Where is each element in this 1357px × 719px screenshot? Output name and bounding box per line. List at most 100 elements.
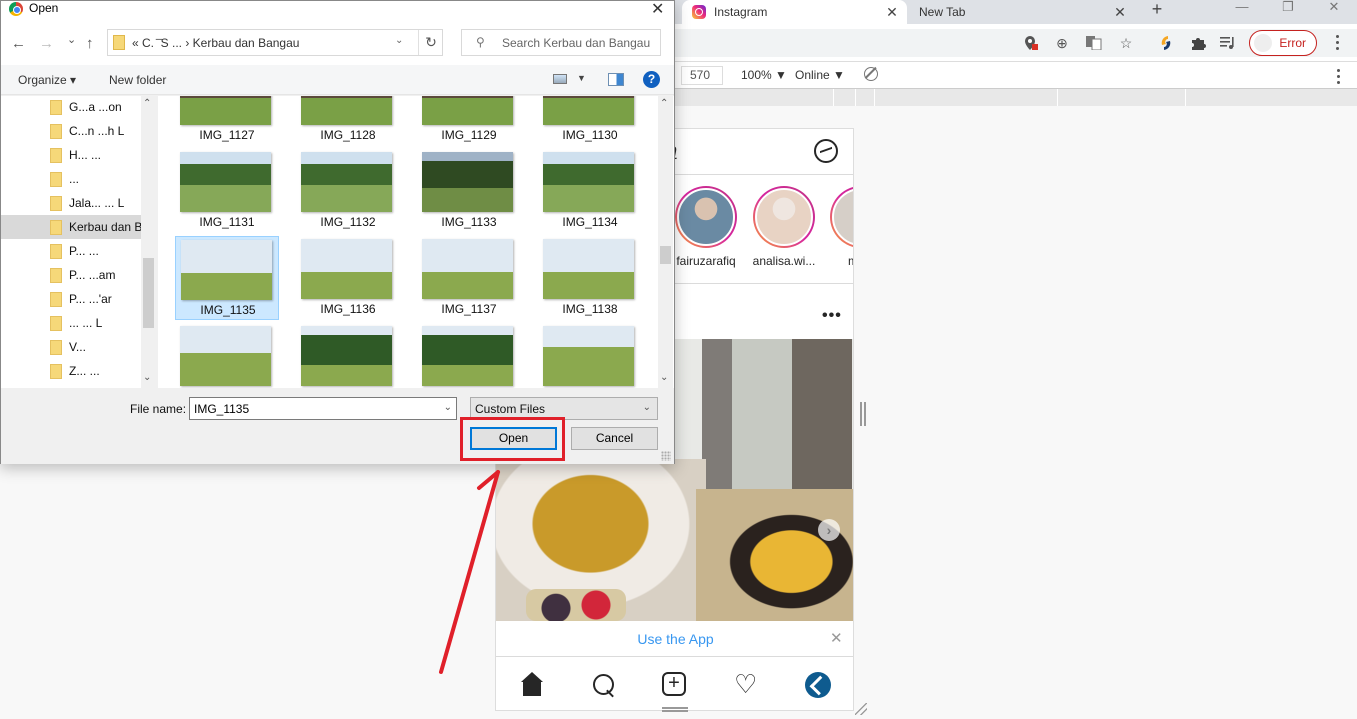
zoom-dropdown[interactable]: 100% ▼ (741, 68, 787, 82)
tree-item-folder[interactable]: C...n ...h L (1, 119, 141, 143)
close-tab-icon[interactable]: ✕ (883, 4, 901, 21)
file-item[interactable]: IMG_1127 (175, 96, 279, 146)
file-item[interactable]: IMG_1128 (296, 96, 400, 146)
tree-item-folder[interactable]: P... ...'ar (1, 287, 141, 311)
heart-icon[interactable]: ♡ (734, 671, 760, 698)
tree-item-folder[interactable]: V... (1, 335, 141, 359)
file-item[interactable]: IMG_1130 (538, 96, 642, 146)
image-thumbnail (543, 326, 634, 386)
home-icon[interactable] (519, 672, 545, 698)
file-name-input[interactable]: IMG_1135 ⌄ (189, 397, 457, 420)
address-breadcrumb[interactable]: « C. ̄ ̄S ... › Kerbau dan Bangau ⌄ ↻ (107, 29, 443, 56)
chevron-down-icon[interactable]: ⌄ (395, 35, 403, 46)
preview-pane-icon[interactable] (608, 73, 624, 86)
file-item[interactable] (296, 323, 400, 388)
new-tab-button[interactable]: + (1148, 0, 1166, 20)
file-item[interactable] (175, 323, 279, 388)
puzzle-extensions-icon[interactable] (1189, 34, 1207, 52)
file-item[interactable]: IMG_1131 (175, 149, 279, 233)
file-item[interactable]: IMG_1137 (417, 236, 521, 320)
viewport-resize-corner[interactable] (855, 703, 867, 715)
command-bar: Organize ▾ New folder ▼ ? (1, 65, 674, 95)
close-icon[interactable]: ✕ (651, 0, 664, 19)
media-queue-icon[interactable] (1219, 34, 1237, 52)
profile-error-button[interactable]: Error (1249, 30, 1317, 56)
tree-item-folder[interactable]: H... ... (1, 143, 141, 167)
bookmark-star-icon[interactable]: ☆ (1117, 34, 1135, 52)
file-name-label: File name: (130, 402, 187, 416)
extension-s-icon[interactable] (1157, 34, 1175, 52)
resize-grip[interactable] (661, 451, 671, 461)
carousel-next-icon[interactable]: › (818, 519, 840, 541)
rotate-icon[interactable] (861, 64, 881, 84)
breadcrumb[interactable]: « C. ̄ ̄S ... › Kerbau dan Bangau (132, 36, 299, 50)
folder-icon (50, 339, 62, 355)
translate-icon[interactable] (1085, 34, 1103, 52)
back-arrow-icon[interactable]: ← (11, 35, 26, 52)
profile-avatar-icon[interactable] (805, 672, 831, 698)
file-list-pane: IMG_1127 IMG_1128 IMG_1129 IMG_1130 IMG_1131… (158, 96, 674, 388)
close-tab-icon[interactable]: ✕ (1111, 4, 1129, 21)
file-item[interactable]: IMG_1136 (296, 236, 400, 320)
tree-item-folder[interactable]: Z... ... (1, 359, 141, 383)
refresh-icon[interactable]: ↻ (418, 30, 443, 55)
file-name: IMG_1127 (199, 128, 255, 142)
use-app-link[interactable]: Use the App (496, 631, 853, 647)
tree-item-folder[interactable]: Jala... ... L (1, 191, 141, 215)
viewport-resize-handle[interactable] (860, 402, 866, 426)
tree-item-folder[interactable]: ... (1, 167, 141, 191)
story-item[interactable]: analisa.wi... (749, 186, 819, 268)
blocked-location-icon[interactable] (1022, 34, 1040, 52)
file-item[interactable]: IMG_1129 (417, 96, 521, 146)
new-post-icon[interactable]: + (662, 672, 686, 696)
tab-new-tab[interactable]: New Tab ✕ (910, 0, 1135, 24)
file-item[interactable]: IMG_1132 (296, 149, 400, 233)
new-folder-button[interactable]: New folder (109, 73, 166, 87)
browser-menu-icon[interactable] (1336, 35, 1340, 53)
help-icon[interactable]: ? (643, 71, 660, 88)
more-options-icon[interactable]: ••• (822, 307, 842, 325)
cancel-button[interactable]: Cancel (571, 427, 658, 450)
devtools-more-icon[interactable] (1337, 69, 1341, 87)
file-item[interactable]: IMG_1134 (538, 149, 642, 233)
up-arrow-icon[interactable]: ↑ (86, 35, 94, 52)
nav-pane-scrollbar[interactable]: ⌃ ⌄ (141, 96, 156, 388)
file-item[interactable]: IMG_1133 (417, 149, 521, 233)
folder-name: Z... ... (69, 364, 100, 378)
search-input[interactable]: ⚲ Search Kerbau dan Bangau (461, 29, 661, 56)
throttle-dropdown[interactable]: Online ▼ (795, 68, 845, 82)
tree-item-folder[interactable]: P... ...am (1, 263, 141, 287)
tree-item-folder[interactable]: P... ... (1, 239, 141, 263)
image-thumbnail (301, 152, 392, 212)
restore-button[interactable]: ❐ (1265, 0, 1311, 20)
viewport-height-input[interactable]: 570 (681, 66, 723, 85)
viewport-resize-handle-bottom[interactable] (662, 707, 688, 712)
close-window-button[interactable]: ✕ (1311, 0, 1357, 20)
close-banner-icon[interactable]: ✕ (830, 629, 843, 647)
address-bar[interactable] (560, 29, 1357, 57)
view-options-dropdown[interactable]: ▼ (577, 73, 586, 83)
tree-item-folder[interactable]: G...a ...on (1, 95, 141, 119)
recent-locations-icon[interactable]: ⌄ (67, 33, 76, 46)
file-item[interactable] (417, 323, 521, 388)
tree-item-folder[interactable]: Kerbau dan B (1, 215, 141, 239)
file-pane-scrollbar[interactable]: ⌃ ⌄ (658, 96, 673, 388)
tree-item-folder[interactable]: ... ... L (1, 311, 141, 335)
story-item[interactable]: fairuzarafiq (671, 186, 741, 268)
zoom-plus-icon[interactable]: ⊕ (1053, 34, 1071, 52)
search-icon[interactable] (591, 672, 617, 698)
image-thumbnail (180, 326, 271, 386)
navigation-pane: G...a ...on C...n ...h L H... ...... Jala..… (1, 96, 156, 388)
chevron-down-icon[interactable]: ⌄ (444, 402, 452, 413)
file-item[interactable] (538, 323, 642, 388)
file-item[interactable]: IMG_1135 (175, 236, 279, 320)
tab-instagram[interactable]: Instagram ✕ (682, 0, 907, 24)
file-item[interactable]: IMG_1138 (538, 236, 642, 320)
minimize-button[interactable]: — (1219, 0, 1265, 20)
story-item[interactable]: melo (826, 186, 853, 268)
change-view-icon[interactable] (553, 74, 567, 84)
messenger-icon[interactable] (814, 139, 838, 163)
file-name: IMG_1135 (200, 303, 256, 317)
organize-button[interactable]: Organize ▾ (18, 73, 76, 87)
forward-arrow-icon[interactable]: → (39, 35, 54, 52)
